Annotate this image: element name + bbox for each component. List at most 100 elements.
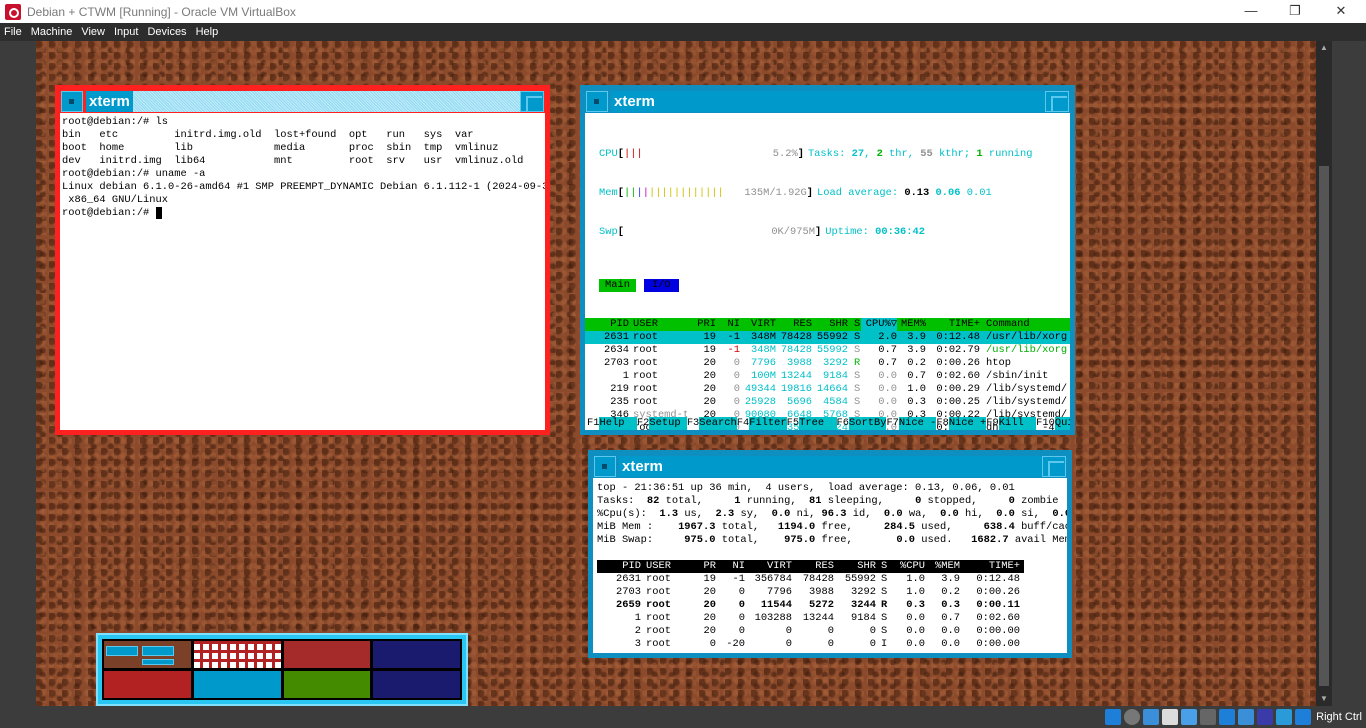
fkey-nice--button[interactable]: F7Nice - bbox=[886, 417, 936, 430]
optical-drive-icon[interactable] bbox=[1124, 709, 1140, 725]
display-icon[interactable] bbox=[1219, 709, 1235, 725]
title-drag-area[interactable] bbox=[133, 91, 520, 112]
menu-help[interactable]: Help bbox=[192, 23, 224, 41]
scrollbar-thumb[interactable] bbox=[1319, 166, 1329, 686]
network-icon[interactable] bbox=[1162, 709, 1178, 725]
window-title: xterm bbox=[611, 91, 658, 112]
shared-folder-icon[interactable] bbox=[1200, 709, 1216, 725]
summary-segment: 1682.7 bbox=[959, 534, 1009, 547]
resize-button[interactable] bbox=[520, 91, 544, 112]
col-8: 0.7 bbox=[861, 357, 897, 370]
menu-machine[interactable]: Machine bbox=[27, 23, 78, 41]
video-capture-icon[interactable] bbox=[1238, 709, 1254, 725]
audio-icon[interactable] bbox=[1143, 709, 1159, 725]
col-1: root bbox=[641, 573, 693, 586]
minimize-button[interactable]: — bbox=[1228, 0, 1274, 23]
resize-button[interactable] bbox=[1042, 456, 1066, 477]
workspace-3[interactable] bbox=[284, 641, 371, 668]
table-row[interactable]: 235root2002592856964584S0.00.30:00.25/li… bbox=[585, 396, 1070, 409]
fkey-sortby-button[interactable]: F6SortBy bbox=[837, 417, 887, 430]
workspace-7[interactable] bbox=[284, 671, 371, 698]
fkey-action: SortBy bbox=[849, 417, 886, 430]
workspace-2[interactable] bbox=[194, 641, 281, 668]
tab-io[interactable]: I/O bbox=[644, 279, 679, 292]
fkey-filter-button[interactable]: F4Filter bbox=[737, 417, 787, 430]
xterm-window-top[interactable]: xterm top - 21:36:51 up 36 min, 4 users,… bbox=[588, 450, 1072, 658]
workspace-4[interactable] bbox=[373, 641, 460, 668]
col-11: /usr/lib/xorg bbox=[980, 344, 1070, 357]
menu-input[interactable]: Input bbox=[110, 23, 143, 41]
col-9: 1.0 bbox=[897, 383, 926, 396]
table-row[interactable]: 2634root19-1348M7842855992S0.73.90:02.79… bbox=[585, 344, 1070, 357]
table-row[interactable]: 2631root19-1348M7842855992S2.03.90:12.48… bbox=[585, 331, 1070, 344]
hard-disk-icon[interactable] bbox=[1105, 709, 1121, 725]
summary-line: MiB Mem : 1967.3 total, 1194.0 free, 284… bbox=[597, 521, 1067, 534]
workspace-8[interactable] bbox=[373, 671, 460, 698]
vertical-scrollbar[interactable]: ▲ ▼ bbox=[1316, 41, 1332, 706]
fkey-kill-button[interactable]: F9Kill bbox=[986, 417, 1036, 430]
iconify-button[interactable] bbox=[594, 456, 616, 477]
col-2: 19 bbox=[687, 331, 716, 344]
xterm-window-shell[interactable]: xterm root@debian:/# lsbin etc initrd.im… bbox=[55, 85, 550, 435]
fkey-quit-button[interactable]: F10Quit bbox=[1036, 417, 1070, 430]
usb-icon[interactable] bbox=[1181, 709, 1197, 725]
table-row[interactable]: 1root200100M132449184S0.00.70:02.60/sbin… bbox=[585, 370, 1070, 383]
terminal-line-text: Linux debian 6.1.0-26-amd64 #1 SMP PREEM… bbox=[62, 181, 545, 194]
menu-view[interactable]: View bbox=[77, 23, 110, 41]
col-9: 0.3 bbox=[925, 599, 960, 612]
col-10: 0:00.00 bbox=[960, 625, 1020, 638]
workspace-6[interactable] bbox=[194, 671, 281, 698]
window-titlebar[interactable]: xterm bbox=[60, 90, 545, 113]
fkey-action: Quit bbox=[1055, 417, 1070, 430]
col-1: root bbox=[641, 638, 693, 651]
summary-segment: Tasks: bbox=[597, 495, 641, 508]
summary-segment: 96.3 bbox=[822, 508, 847, 521]
col-11: /sbin/init bbox=[980, 370, 1070, 383]
terminal-output[interactable]: root@debian:/# lsbin etc initrd.img.old … bbox=[60, 113, 545, 430]
iconify-button[interactable] bbox=[61, 91, 83, 112]
table-row: 2703root200779639883292S1.00.20:00.26 bbox=[597, 586, 1067, 599]
workspace-1[interactable] bbox=[104, 641, 191, 668]
title-drag-area[interactable] bbox=[666, 456, 1042, 477]
col-6: 0 bbox=[834, 638, 876, 651]
window-titlebar[interactable]: xterm bbox=[593, 455, 1067, 478]
close-button[interactable]: ✕ bbox=[1318, 0, 1364, 23]
mouse-integration-icon[interactable] bbox=[1276, 709, 1292, 725]
terminal-line: root@debian:/# uname -a bbox=[62, 168, 545, 181]
col-9: %MEM bbox=[925, 560, 960, 573]
fkey-tree-button[interactable]: F5Tree bbox=[787, 417, 837, 430]
fkey-setup-button[interactable]: F2Setup bbox=[637, 417, 687, 430]
workspace-5[interactable] bbox=[104, 671, 191, 698]
col-3: 0 bbox=[716, 357, 740, 370]
fkey-help-button[interactable]: F1Help bbox=[587, 417, 637, 430]
load-1: 0.13 bbox=[904, 187, 929, 200]
col-5: 13244 bbox=[792, 612, 834, 625]
table-row[interactable]: 219root200493441981614664S0.01.00:00.29/… bbox=[585, 383, 1070, 396]
col-1: root bbox=[641, 612, 693, 625]
window-titlebar[interactable]: xterm bbox=[585, 90, 1070, 113]
col-5: 13244 bbox=[776, 370, 812, 383]
tab-main[interactable]: Main bbox=[599, 279, 636, 292]
top-view[interactable]: top - 21:36:51 up 36 min, 4 users, load … bbox=[593, 478, 1067, 653]
col-8: CPU%▽ bbox=[861, 318, 897, 331]
restore-button[interactable]: ❐ bbox=[1272, 0, 1318, 23]
resize-button[interactable] bbox=[1045, 91, 1069, 112]
menu-file[interactable]: File bbox=[0, 23, 27, 41]
htop-view[interactable]: CPU[|||5.2%] Tasks: 27, 2 thr, 55 kthr; … bbox=[585, 113, 1070, 430]
virtualization-icon[interactable] bbox=[1257, 709, 1273, 725]
mem-label: Mem bbox=[599, 187, 618, 200]
col-6: 0 bbox=[834, 625, 876, 638]
scroll-down-icon[interactable]: ▼ bbox=[1316, 692, 1332, 706]
fkey-search-button[interactable]: F3Search bbox=[687, 417, 737, 430]
menu-devices[interactable]: Devices bbox=[143, 23, 191, 41]
xterm-window-htop[interactable]: xterm CPU[|||5.2%] Tasks: 27, 2 thr, 55 … bbox=[580, 85, 1075, 435]
title-drag-area[interactable] bbox=[658, 91, 1045, 112]
terminal-line-text: root@debian:/# bbox=[62, 207, 156, 220]
fkey-nice--button[interactable]: F8Nice + bbox=[936, 417, 986, 430]
summary-segment: zombie bbox=[1015, 495, 1059, 508]
col-4: VIRT bbox=[745, 560, 792, 573]
keyboard-icon[interactable] bbox=[1295, 709, 1311, 725]
table-row[interactable]: 2703root200779639883292R0.70.20:00.26hto… bbox=[585, 357, 1070, 370]
scroll-up-icon[interactable]: ▲ bbox=[1316, 41, 1332, 55]
iconify-button[interactable] bbox=[586, 91, 608, 112]
